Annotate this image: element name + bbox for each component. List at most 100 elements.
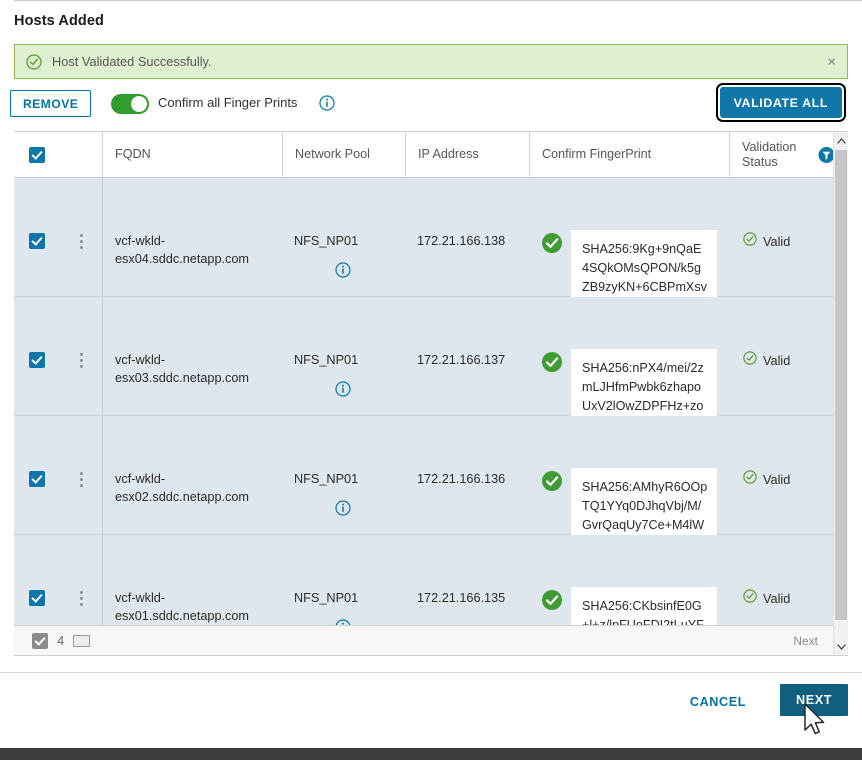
- kebab-menu-icon[interactable]: [80, 472, 83, 534]
- cell-network-pool: NFS_NP01: [282, 178, 405, 296]
- status-check-icon: [743, 351, 757, 370]
- next-button[interactable]: NEXT: [780, 684, 848, 716]
- cell-validation-status: Valid: [729, 178, 848, 296]
- kebab-menu-icon[interactable]: [80, 353, 83, 415]
- column-label: FQDN: [115, 147, 151, 162]
- cell-fqdn: vcf-wkld-esx04.sddc.netapp.com: [102, 178, 282, 296]
- footer-row-count: 4: [57, 633, 64, 648]
- ip-address-value: 172.21.166.138: [417, 234, 505, 248]
- cell-network-pool: NFS_NP01: [282, 416, 405, 534]
- validation-status-value: Valid: [763, 473, 790, 487]
- top-divider: [14, 0, 862, 1]
- cell-fqdn: vcf-wkld-esx03.sddc.netapp.com: [102, 297, 282, 415]
- cell-fingerprint: SHA256:9Kg+9nQaE4SQkOMsQPON/k5gZB9zyKN+6…: [529, 178, 729, 296]
- row-select-cell: [14, 297, 60, 415]
- wizard-page: Hosts Added Host Validated Successfully.…: [0, 0, 862, 760]
- ip-address-value: 172.21.166.135: [417, 591, 505, 605]
- wizard-footer: CANCEL NEXT: [0, 672, 862, 743]
- validation-status-value: Valid: [763, 592, 790, 606]
- footer-select-all-checkbox[interactable]: [32, 633, 48, 649]
- validate-all-button[interactable]: VALIDATE ALL: [720, 87, 842, 118]
- table-row[interactable]: vcf-wkld-esx03.sddc.netapp.com NFS_NP01 …: [14, 297, 834, 416]
- fqdn-value: vcf-wkld-esx01.sddc.netapp.com: [115, 591, 249, 623]
- row-checkbox[interactable]: [29, 233, 45, 249]
- fqdn-value: vcf-wkld-esx04.sddc.netapp.com: [115, 234, 249, 266]
- action-bar: REMOVE Confirm all Finger Prints VALIDAT…: [10, 90, 852, 118]
- table-body-wrapper: FQDN Network Pool IP Address Confirm Fin…: [14, 132, 834, 655]
- select-all-checkbox[interactable]: [29, 147, 45, 163]
- fqdn-value: vcf-wkld-esx02.sddc.netapp.com: [115, 472, 249, 504]
- info-circle-icon[interactable]: [335, 262, 351, 278]
- row-density-icon[interactable]: [73, 635, 90, 647]
- network-pool-value: NFS_NP01: [294, 472, 358, 486]
- ip-address-value: 172.21.166.136: [417, 472, 505, 486]
- success-alert: Host Validated Successfully. ×: [14, 44, 848, 79]
- page-title: Hosts Added: [14, 13, 104, 29]
- row-menu-cell: [60, 178, 102, 296]
- column-header-validation-status[interactable]: Validation Status: [729, 132, 848, 177]
- check-circle-icon: [26, 54, 42, 70]
- cell-validation-status: Valid: [729, 416, 848, 534]
- validation-status-value: Valid: [763, 235, 790, 249]
- fingerprint-value: SHA256:nPX4/mei/2zmLJHfmPwbk6zhapoUxV2lO…: [571, 349, 717, 426]
- column-header-network-pool[interactable]: Network Pool: [282, 132, 405, 177]
- cell-fqdn: vcf-wkld-esx02.sddc.netapp.com: [102, 416, 282, 534]
- cell-ip-address: 172.21.166.136: [405, 416, 529, 534]
- column-label: IP Address: [418, 147, 479, 162]
- row-checkbox[interactable]: [29, 590, 45, 606]
- confirm-all-fingerprints-toggle[interactable]: [111, 94, 149, 114]
- close-icon[interactable]: ×: [827, 54, 836, 69]
- cell-ip-address: 172.21.166.138: [405, 178, 529, 296]
- hosts-table: FQDN Network Pool IP Address Confirm Fin…: [14, 131, 848, 656]
- table-footer: 4 Next: [14, 625, 834, 655]
- network-pool-value: NFS_NP01: [294, 353, 358, 367]
- network-pool-value: NFS_NP01: [294, 591, 358, 605]
- scrollbar-thumb[interactable]: [835, 150, 847, 620]
- toggle-knob: [131, 96, 147, 112]
- kebab-menu-icon[interactable]: [80, 234, 83, 296]
- column-label: Validation Status: [742, 140, 806, 170]
- chevron-up-icon[interactable]: [834, 132, 848, 149]
- row-menu-cell: [60, 416, 102, 534]
- select-all-cell: [14, 147, 60, 163]
- fingerprint-confirmed-icon[interactable]: [541, 232, 563, 254]
- bottom-bar: [0, 748, 862, 760]
- table-row[interactable]: vcf-wkld-esx02.sddc.netapp.com NFS_NP01 …: [14, 416, 834, 535]
- column-header-confirm-fingerprint[interactable]: Confirm FingerPrint: [529, 132, 729, 177]
- remove-button[interactable]: REMOVE: [10, 90, 91, 117]
- alert-message: Host Validated Successfully.: [52, 54, 212, 69]
- cell-network-pool: NFS_NP01: [282, 297, 405, 415]
- row-select-cell: [14, 416, 60, 534]
- column-header-ip-address[interactable]: IP Address: [405, 132, 529, 177]
- fingerprint-confirmed-icon[interactable]: [541, 589, 563, 611]
- row-checkbox[interactable]: [29, 471, 45, 487]
- status-check-icon: [743, 589, 757, 608]
- status-check-icon: [743, 470, 757, 489]
- fingerprint-confirmed-icon[interactable]: [541, 470, 563, 492]
- info-circle-icon[interactable]: [335, 500, 351, 516]
- column-label: Network Pool: [295, 147, 370, 162]
- status-check-icon: [743, 232, 757, 251]
- ip-address-value: 172.21.166.137: [417, 353, 505, 367]
- row-menu-cell: [60, 297, 102, 415]
- network-pool-value: NFS_NP01: [294, 234, 358, 248]
- chevron-down-icon[interactable]: [834, 638, 848, 655]
- cell-validation-status: Valid: [729, 297, 848, 415]
- cancel-button[interactable]: CANCEL: [686, 689, 750, 715]
- column-header-fqdn[interactable]: FQDN: [102, 132, 282, 177]
- table-header-row: FQDN Network Pool IP Address Confirm Fin…: [14, 132, 834, 178]
- info-circle-icon[interactable]: [335, 381, 351, 397]
- row-select-cell: [14, 178, 60, 296]
- cell-fingerprint: SHA256:nPX4/mei/2zmLJHfmPwbk6zhapoUxV2lO…: [529, 297, 729, 415]
- info-circle-icon[interactable]: [319, 95, 335, 111]
- cell-ip-address: 172.21.166.137: [405, 297, 529, 415]
- footer-next-label[interactable]: Next: [793, 634, 818, 648]
- table-vertical-scrollbar[interactable]: [833, 132, 848, 655]
- fingerprint-confirmed-icon[interactable]: [541, 351, 563, 373]
- fqdn-value: vcf-wkld-esx03.sddc.netapp.com: [115, 353, 249, 385]
- cell-fingerprint: SHA256:AMhyR6OOpTQ1YYq0DJhqVbj/M/GvrQaqU…: [529, 416, 729, 534]
- table-row[interactable]: vcf-wkld-esx04.sddc.netapp.com NFS_NP01 …: [14, 178, 834, 297]
- row-checkbox[interactable]: [29, 352, 45, 368]
- column-label: Confirm FingerPrint: [542, 147, 651, 162]
- validation-status-value: Valid: [763, 354, 790, 368]
